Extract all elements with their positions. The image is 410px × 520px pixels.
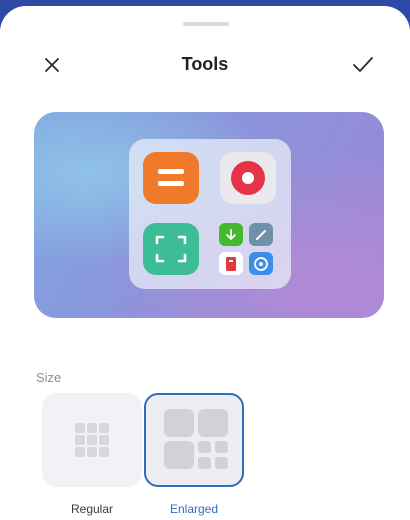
- sheet-header: Tools: [0, 50, 410, 90]
- download-app-icon: [219, 223, 243, 246]
- size-section-label: Size: [36, 370, 62, 385]
- tools-folder: [129, 139, 291, 289]
- notes-app-icon: [143, 152, 199, 204]
- folder-preview: [34, 112, 384, 318]
- size-option-regular[interactable]: [42, 393, 142, 487]
- size-option-enlarged[interactable]: [144, 393, 244, 487]
- size-option-enlarged-label: Enlarged: [169, 502, 219, 516]
- regular-grid-icon: [75, 423, 109, 457]
- confirm-button[interactable]: [348, 50, 378, 80]
- checkmark-icon: [353, 57, 373, 72]
- drag-handle[interactable]: [183, 22, 229, 26]
- size-option-regular-label: Regular: [70, 502, 114, 516]
- pen-app-icon: [249, 223, 273, 246]
- mini-app-grid: [219, 223, 277, 279]
- compass-app-icon: [249, 252, 273, 275]
- scanner-app-icon: [143, 223, 199, 275]
- book-app-icon: [219, 252, 243, 275]
- recorder-app-icon: [220, 152, 276, 204]
